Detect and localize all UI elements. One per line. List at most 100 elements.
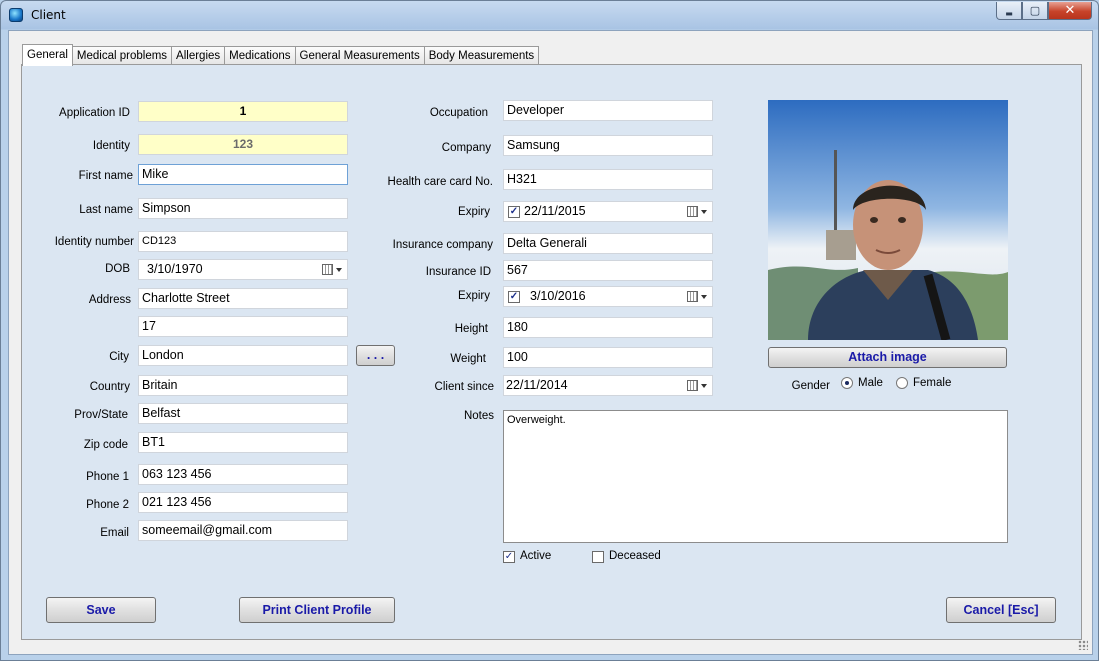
close-icon: ✕: [1064, 3, 1076, 18]
height-label: Height: [454, 323, 488, 335]
identity-number-input[interactable]: CD123: [138, 231, 348, 252]
email-label: Email: [100, 527, 129, 539]
attach-image-button[interactable]: Attach image: [768, 347, 1007, 368]
gender-female-label: Female: [913, 377, 952, 389]
gender-female-radio[interactable]: [896, 377, 908, 389]
health-expiry-label: Expiry: [458, 206, 490, 218]
insurance-id-label: Insurance ID: [425, 266, 491, 278]
gender-male-radio[interactable]: [841, 377, 853, 389]
notes-label: Notes: [463, 410, 494, 422]
city-input[interactable]: London: [138, 345, 348, 366]
close-button[interactable]: ✕: [1048, 2, 1092, 20]
tab-general[interactable]: General: [22, 44, 73, 66]
city-browse-button[interactable]: . . .: [356, 345, 395, 366]
client-since-value: 22/11/2014: [506, 378, 568, 392]
title-bar[interactable]: Client ▬ ▢ ✕: [1, 1, 1098, 30]
minimize-button[interactable]: ▬: [996, 2, 1022, 20]
health-card-input[interactable]: H321: [503, 169, 713, 190]
insurance-expiry-label: Expiry: [458, 290, 490, 302]
client-photo-image: [768, 100, 1008, 340]
tab-allergies[interactable]: Allergies: [171, 46, 226, 66]
company-input[interactable]: Samsung: [503, 135, 713, 156]
address-line1-input[interactable]: Charlotte Street: [138, 288, 348, 309]
save-button[interactable]: Save: [46, 597, 156, 623]
maximize-button[interactable]: ▢: [1022, 2, 1048, 20]
dropdown-arrow-icon[interactable]: [701, 384, 707, 388]
application-id-label: Application ID: [59, 107, 130, 119]
insurance-expiry-date-picker[interactable]: ✓ 3/10/2016: [503, 286, 713, 307]
print-client-profile-button[interactable]: Print Client Profile: [239, 597, 395, 623]
health-card-label: Health care card No.: [387, 176, 493, 188]
insurance-company-input[interactable]: Delta Generali: [503, 233, 713, 254]
dropdown-arrow-icon[interactable]: [336, 268, 342, 272]
address-label: Address: [88, 294, 131, 306]
identity-label: Identity: [92, 140, 130, 152]
calendar-icon[interactable]: [687, 291, 698, 302]
email-input[interactable]: someemail@gmail.com: [138, 520, 348, 541]
application-id-field[interactable]: 1: [138, 101, 348, 122]
dropdown-arrow-icon[interactable]: [701, 210, 707, 214]
dob-value: 3/10/1970: [147, 262, 203, 276]
tab-medical-problems[interactable]: Medical problems: [71, 46, 173, 66]
calendar-icon[interactable]: [322, 264, 333, 275]
client-window: Client ▬ ▢ ✕ General Medical problems Al…: [0, 0, 1099, 661]
insurance-expiry-value: 3/10/2016: [530, 289, 586, 303]
phone2-input[interactable]: 021 123 456: [138, 492, 348, 513]
height-input[interactable]: 180: [503, 317, 713, 338]
zip-code-input[interactable]: BT1: [138, 432, 348, 453]
active-label: Active: [520, 550, 552, 562]
phone2-label: Phone 2: [86, 499, 129, 511]
prov-state-input[interactable]: Belfast: [138, 403, 348, 424]
cancel-button[interactable]: Cancel [Esc]: [946, 597, 1056, 623]
tab-body-measurements[interactable]: Body Measurements: [423, 46, 540, 66]
city-label: City: [109, 351, 129, 363]
dob-label: DOB: [105, 263, 130, 275]
health-expiry-value: 22/11/2015: [524, 204, 586, 218]
dob-date-picker[interactable]: 3/10/1970: [138, 259, 348, 280]
gender-male-label: Male: [858, 377, 883, 389]
weight-input[interactable]: 100: [503, 347, 713, 368]
notes-textarea[interactable]: Overweight.: [503, 410, 1008, 543]
insurance-expiry-checkbox[interactable]: ✓: [508, 291, 520, 303]
window-controls: ▬ ▢ ✕: [996, 2, 1092, 20]
gender-label: Gender: [791, 380, 830, 392]
minimize-icon: ▬: [1005, 9, 1013, 18]
tab-general-measurements[interactable]: General Measurements: [294, 46, 425, 66]
insurance-id-input[interactable]: 567: [503, 260, 713, 281]
first-name-input[interactable]: Mike: [138, 164, 348, 185]
country-input[interactable]: Britain: [138, 375, 348, 396]
active-checkbox[interactable]: ✓: [503, 551, 515, 563]
client-photo: [768, 100, 1008, 340]
health-expiry-checkbox[interactable]: ✓: [508, 206, 520, 218]
calendar-icon[interactable]: [687, 206, 698, 217]
weight-label: Weight: [450, 353, 486, 365]
client-since-date-picker[interactable]: 22/11/2014: [503, 375, 713, 396]
app-icon: [9, 8, 23, 22]
deceased-checkbox[interactable]: [592, 551, 604, 563]
last-name-input[interactable]: Simpson: [138, 198, 348, 219]
last-name-label: Last name: [79, 204, 133, 216]
deceased-label: Deceased: [609, 550, 661, 562]
tab-strip: General Medical problems Allergies Medic…: [22, 44, 540, 66]
maximize-icon: ▢: [1029, 4, 1041, 17]
tab-medications[interactable]: Medications: [224, 46, 296, 66]
form-body: General Medical problems Allergies Medic…: [8, 30, 1093, 655]
phone1-label: Phone 1: [86, 471, 129, 483]
identity-field[interactable]: 123: [138, 134, 348, 155]
identity-number-label: Identity number: [54, 236, 134, 248]
client-since-label: Client since: [434, 381, 494, 393]
calendar-icon[interactable]: [687, 380, 698, 391]
phone1-input[interactable]: 063 123 456: [138, 464, 348, 485]
address-line2-input[interactable]: 17: [138, 316, 348, 337]
zip-code-label: Zip code: [83, 439, 128, 451]
occupation-input[interactable]: Developer: [503, 100, 713, 121]
prov-state-label: Prov/State: [74, 409, 128, 421]
first-name-label: First name: [78, 170, 133, 182]
health-expiry-date-picker[interactable]: ✓ 22/11/2015: [503, 201, 713, 222]
dropdown-arrow-icon[interactable]: [701, 295, 707, 299]
window-title: Client: [31, 8, 66, 22]
insurance-company-label: Insurance company: [392, 239, 493, 251]
company-label: Company: [441, 142, 491, 154]
country-label: Country: [89, 381, 130, 393]
resize-grip[interactable]: [1078, 640, 1088, 650]
